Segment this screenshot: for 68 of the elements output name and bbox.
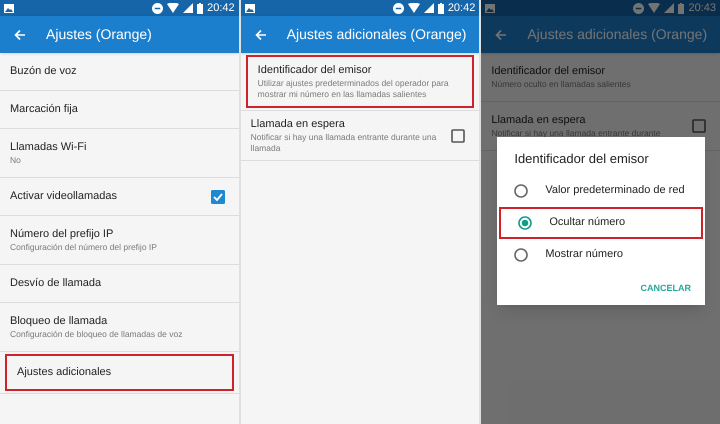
settings-item[interactable]: Ajustes adicionales	[5, 354, 234, 391]
option-label: Valor predeterminado de red	[545, 184, 685, 197]
settings-item[interactable]: Desvío de llamada	[0, 265, 239, 302]
item-title: Identificador del emisor	[491, 64, 606, 79]
item-title: Desvío de llamada	[10, 276, 102, 291]
option-label: Mostrar número	[545, 248, 623, 261]
back-arrow-icon[interactable]	[254, 28, 267, 40]
back-arrow-icon[interactable]	[495, 28, 508, 40]
item-subtitle: Notificar si hay una llamada entrante durante una llamada	[250, 132, 438, 154]
status-time: 20:42	[207, 0, 235, 16]
radio-option[interactable]: Valor predeterminado de red	[497, 174, 706, 206]
item-title: Identificador del emisor	[258, 63, 372, 78]
item-title: Activar videollamadas	[10, 189, 118, 204]
back-arrow-icon[interactable]	[14, 28, 26, 40]
item-title: Marcación fija	[10, 102, 79, 117]
dialog-title: Identificador del emisor	[513, 150, 650, 168]
settings-item[interactable]: Llamada en espera Notificar si hay una llamada entrante durante	[481, 102, 720, 150]
toolbar-title: Ajustes (Orange)	[46, 25, 152, 44]
battery-icon	[197, 2, 204, 14]
item-title: Ajustes adicionales	[17, 365, 112, 380]
wifi-icon	[648, 3, 660, 13]
do-not-disturb-icon	[152, 2, 164, 14]
radio-button[interactable]	[514, 184, 528, 198]
signal-icon	[664, 3, 674, 13]
settings-item[interactable]: Bloqueo de llamada Configuración de bloqueo de llamadas de voz	[0, 303, 239, 351]
settings-item[interactable]: Llamadas Wi-Fi No	[0, 129, 239, 177]
item-title: Bloqueo de llamada	[10, 314, 108, 329]
toolbar-title: Ajustes adicionales (Orange)	[286, 25, 466, 44]
wifi-icon	[167, 3, 180, 13]
item-subtitle: Utilizar ajustes predeterminados del operador para mostrar mi número en las llamadas salientes	[258, 78, 450, 100]
item-title: Llamadas Wi-Fi	[10, 140, 88, 155]
checkbox[interactable]	[451, 128, 466, 142]
item-title: Número del prefijo IP	[10, 227, 114, 242]
item-subtitle: Notificar si hay una llamada entrante durante	[491, 128, 662, 139]
wifi-icon	[408, 3, 420, 13]
settings-item[interactable]: Activar videollamadas	[0, 178, 239, 215]
picture-icon	[244, 4, 255, 12]
status-time: 20:42	[448, 0, 476, 16]
picture-icon	[485, 4, 496, 12]
battery-icon	[678, 2, 684, 14]
settings-item[interactable]: Buzón de voz	[0, 53, 239, 90]
settings-item[interactable]: Número del prefijo IP Configuración del número del prefijo IP	[0, 216, 239, 264]
item-title: Llamada en espera	[491, 113, 587, 128]
radio-option[interactable]: Ocultar número	[499, 206, 704, 238]
item-subtitle: No	[10, 155, 22, 166]
radio-button[interactable]	[518, 216, 532, 230]
item-subtitle: Configuración de bloqueo de llamadas de voz	[10, 329, 184, 340]
option-label: Ocultar número	[549, 216, 626, 229]
battery-icon	[438, 2, 444, 14]
picture-icon	[4, 4, 14, 12]
checkbox[interactable]	[692, 119, 706, 133]
settings-item[interactable]: Llamada en espera Notificar si hay una llamada entrante durante una llamada	[240, 111, 480, 160]
item-title: Buzón de voz	[10, 64, 78, 79]
signal-icon	[183, 3, 194, 13]
settings-item[interactable]: Identificador del emisor Número oculto en llamadas salientes	[481, 53, 720, 101]
do-not-disturb-icon	[633, 2, 644, 14]
radio-option[interactable]: Mostrar número	[497, 238, 706, 270]
checkbox[interactable]	[210, 190, 225, 204]
settings-item[interactable]: Marcación fija	[0, 91, 239, 128]
signal-icon	[424, 3, 434, 13]
settings-item[interactable]: Identificador del emisor Utilizar ajustes predeterminados del operador para mostrar mi número en las llamadas salientes	[246, 55, 474, 108]
item-subtitle: Número oculto en llamadas salientes	[491, 79, 632, 90]
item-title: Llamada en espera	[250, 117, 346, 132]
radio-button[interactable]	[514, 248, 528, 262]
do-not-disturb-icon	[392, 2, 404, 14]
item-subtitle: Configuración del número del prefijo IP	[10, 242, 158, 253]
status-time: 20:43	[688, 0, 716, 16]
toolbar-title: Ajustes adicionales (Orange)	[527, 25, 708, 44]
